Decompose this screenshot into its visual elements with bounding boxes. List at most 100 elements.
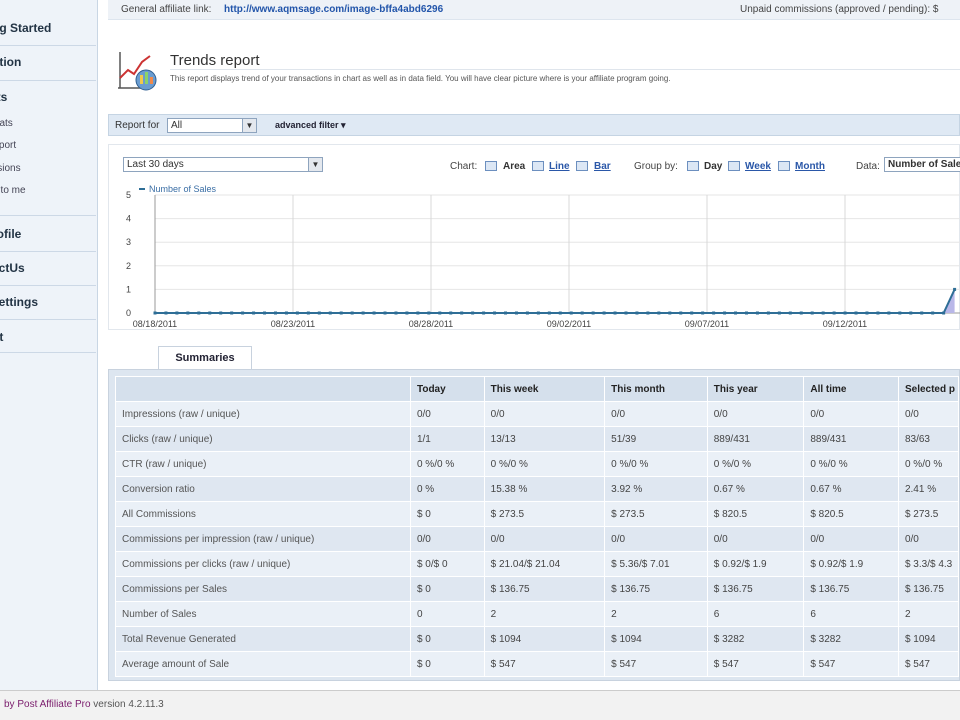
- column-header: Selected p: [897, 376, 960, 402]
- data-point: [931, 311, 935, 315]
- sidebar: ng Started otion rts Stats report ission…: [0, 0, 98, 690]
- group-by-day[interactable]: Day: [704, 161, 722, 172]
- x-tick-label: 09/02/2011: [547, 319, 591, 329]
- data-point: [394, 311, 398, 315]
- sidebar-subitem-payouts[interactable]: ts to me: [0, 185, 26, 196]
- chart-panel: Last 30 days ▼ Chart: Area Line Bar Grou…: [108, 144, 960, 330]
- table-cell: $ 547: [483, 651, 606, 677]
- table-cell: 889/431: [803, 426, 899, 452]
- table-row: Average amount of Sale $ 0 $ 547 $ 547 $ 547…: [115, 651, 960, 677]
- data-point: [591, 311, 595, 315]
- data-point: [493, 311, 497, 315]
- column-header: This month: [604, 376, 708, 402]
- table-cell: $ 136.75: [897, 576, 960, 602]
- data-point: [854, 311, 858, 315]
- data-point: [514, 311, 518, 315]
- data-point: [306, 311, 310, 315]
- column-header: This year: [706, 376, 805, 402]
- sidebar-item-getting-started[interactable]: ng Started: [0, 21, 96, 35]
- sidebar-item-reports[interactable]: rts: [0, 90, 96, 104]
- table-cell: 0 %/0 %: [706, 451, 805, 477]
- table-cell: 0/0: [897, 401, 960, 427]
- table-cell: $ 273.5: [897, 501, 960, 527]
- chevron-down-icon: ▼: [308, 158, 322, 171]
- data-point: [504, 311, 508, 315]
- data-point: [164, 311, 168, 315]
- table-cell: 0.67 %: [706, 476, 805, 502]
- data-point: [799, 311, 803, 315]
- sidebar-divider: [0, 215, 96, 216]
- chart-type-area[interactable]: Area: [503, 161, 525, 172]
- row-label: Impressions (raw / unique): [115, 401, 411, 427]
- sidebar-item-profile[interactable]: rofile: [0, 227, 96, 241]
- table-row: Conversion ratio 0 % 15.38 % 3.92 % 0.67 % 0.…: [115, 476, 960, 502]
- table-row: Number of Sales 0 2 2 6 6 2: [115, 601, 960, 627]
- x-tick-label: 09/07/2011: [685, 319, 729, 329]
- sidebar-divider: [0, 319, 96, 320]
- sidebar-item-label: ut: [0, 330, 96, 344]
- advanced-filter-toggle[interactable]: advanced filter ▾: [275, 120, 346, 131]
- data-point: [953, 287, 957, 291]
- row-label: Clicks (raw / unique): [115, 426, 411, 452]
- row-label: Conversion ratio: [115, 476, 411, 502]
- table-cell: 15.38 %: [483, 476, 606, 502]
- data-label: Data:: [856, 161, 880, 172]
- table-cell: $ 5.36/$ 7.01: [604, 551, 708, 577]
- data-point: [197, 311, 201, 315]
- data-point: [646, 311, 650, 315]
- report-for-select[interactable]: All ▼: [167, 118, 257, 133]
- table-cell: 0 %/0 %: [483, 451, 606, 477]
- data-select[interactable]: Number of Sales: [884, 157, 960, 172]
- table-cell: $ 0: [409, 501, 485, 527]
- sidebar-item-logout[interactable]: ut: [0, 330, 96, 344]
- sidebar-item-settings[interactable]: settings: [0, 295, 96, 309]
- report-for-label: Report for: [115, 120, 160, 131]
- data-point: [766, 311, 770, 315]
- sidebar-item-contact-us[interactable]: actUs: [0, 261, 96, 275]
- table-cell: 0 %/0 %: [803, 451, 899, 477]
- table-cell: 3.92 %: [604, 476, 708, 502]
- sidebar-divider: [0, 285, 96, 286]
- table-row: Impressions (raw / unique) 0/0 0/0 0/0 0/0 0/…: [115, 401, 960, 427]
- sidebar-item-label: otion: [0, 55, 22, 69]
- data-point: [832, 311, 836, 315]
- x-tick-label: 09/12/2011: [823, 319, 867, 329]
- data-point: [569, 311, 573, 315]
- sidebar-item-promotion[interactable]: otion: [0, 55, 96, 69]
- table-cell: $ 1094: [483, 626, 606, 652]
- sidebar-subitem-commissions[interactable]: issions: [0, 163, 21, 174]
- table-row: CTR (raw / unique) 0 %/0 % 0 %/0 % 0 %/0 % 0…: [115, 451, 960, 477]
- tab-summaries[interactable]: Summaries: [158, 346, 252, 370]
- period-value: Last 30 days: [127, 159, 184, 170]
- chart-type-bar[interactable]: Bar: [594, 161, 611, 172]
- trends-report-icon: [118, 52, 157, 91]
- row-label: Commissions per clicks (raw / unique): [115, 551, 411, 577]
- group-by-week[interactable]: Week: [745, 161, 771, 172]
- data-point: [580, 311, 584, 315]
- group-by-month[interactable]: Month: [795, 161, 825, 172]
- chart-type-line[interactable]: Line: [549, 161, 570, 172]
- period-select[interactable]: Last 30 days ▼: [123, 157, 323, 172]
- data-point: [273, 311, 277, 315]
- table-header-row: Today This week This month This year All tim…: [115, 376, 960, 402]
- x-tick-label: 08/23/2011: [271, 319, 315, 329]
- data-value: Number of Sales: [888, 159, 960, 170]
- affiliate-link[interactable]: http://www.aqmsage.com/image-bffa4abd629…: [224, 4, 443, 15]
- data-point: [350, 311, 354, 315]
- table-cell: 2: [604, 601, 708, 627]
- table-cell: $ 547: [706, 651, 805, 677]
- table-cell: $ 0: [409, 626, 485, 652]
- sidebar-divider: [0, 80, 96, 81]
- sidebar-item-label: rofile: [0, 227, 22, 241]
- sidebar-subitem-stats[interactable]: Stats: [0, 118, 13, 129]
- sidebar-subitem-trends-report[interactable]: report: [0, 140, 16, 151]
- x-tick-label: 08/18/2011: [133, 319, 177, 329]
- table-cell: 889/431: [706, 426, 805, 452]
- data-point: [679, 311, 683, 315]
- data-point: [339, 311, 343, 315]
- table-row: Clicks (raw / unique) 1/1 13/13 51/39 889/43…: [115, 426, 960, 452]
- footer-brand[interactable]: by Post Affiliate Pro: [4, 699, 91, 710]
- data-point: [547, 311, 551, 315]
- sidebar-divider: [0, 251, 96, 252]
- table-cell: 0/0: [409, 401, 485, 427]
